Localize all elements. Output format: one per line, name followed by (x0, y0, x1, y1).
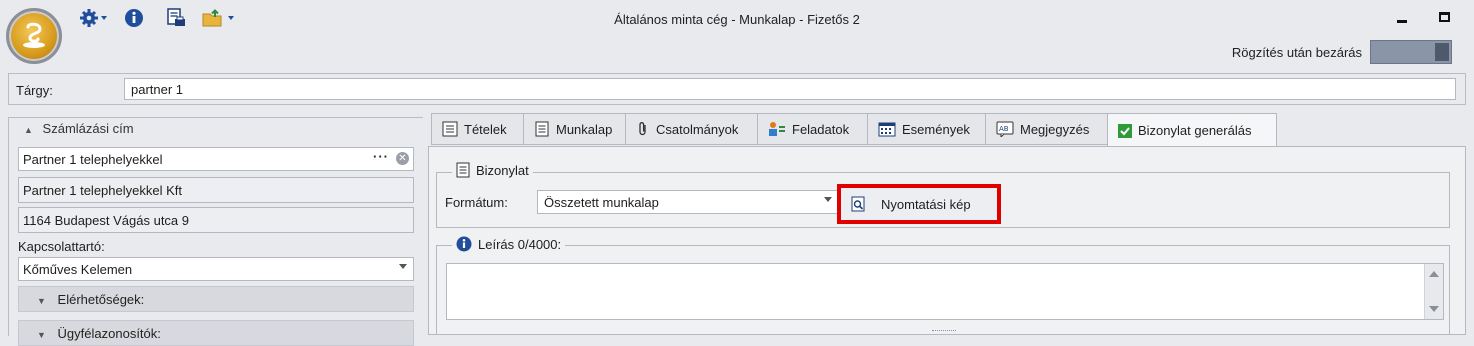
resize-grip[interactable] (932, 330, 956, 334)
billing-group-caption[interactable]: ▲ Számlázási cím (20, 121, 138, 136)
subject-label: Tárgy: (16, 83, 53, 98)
description-scrollbar[interactable] (1424, 264, 1443, 319)
document-group-label: Bizonylat (476, 162, 529, 178)
partner-name-field: Partner 1 telephelyekkel Kft (18, 177, 414, 203)
description-label: Leírás 0/4000: (478, 236, 562, 252)
minimize-button[interactable] (1394, 8, 1412, 26)
note-icon: AB (996, 121, 1014, 137)
checkbox-icon (1118, 123, 1132, 138)
tab-label: Munkalap (556, 121, 613, 137)
tab-label: Bizonylat generálás (1138, 123, 1252, 138)
close-after-save-label: Rögzítés után bezárás (1231, 45, 1362, 60)
tab-strip: Tételek Munkalap Csatolmányok Feladatok … (431, 113, 1277, 147)
chevron-up-icon: ▲ (24, 125, 33, 135)
scroll-down-icon[interactable] (1429, 306, 1439, 312)
tab-label: Megjegyzés (1020, 121, 1090, 137)
info-icon (456, 236, 472, 252)
print-preview-button[interactable]: Nyomtatási kép (841, 188, 997, 220)
tab-document-generation[interactable]: Bizonylat generálás (1107, 113, 1277, 147)
tab-label: Tételek (464, 121, 507, 137)
list-icon (442, 121, 458, 137)
format-value: Összetett munkalap (544, 195, 659, 210)
highlight-box: Nyomtatási kép (837, 184, 1001, 224)
window-title: Általános minta cég - Munkalap - Fizetős… (614, 12, 860, 27)
tab-tasks[interactable]: Feladatok (757, 113, 867, 145)
contacts-section-bar[interactable]: ▼ Elérhetőségek: (18, 286, 414, 312)
print-preview-icon (851, 196, 865, 212)
tab-label: Feladatok (792, 121, 850, 137)
description-textarea[interactable] (446, 263, 1444, 320)
dropdown-arrow-icon[interactable] (399, 264, 407, 269)
tab-note[interactable]: AB Megjegyzés (985, 113, 1107, 145)
maximize-button[interactable] (1436, 8, 1454, 26)
identifiers-section-label: Ügyfélazonosítók: (57, 326, 161, 341)
subject-input[interactable]: partner 1 (124, 78, 1456, 100)
svg-text:AB: AB (999, 125, 1009, 133)
tab-attachments[interactable]: Csatolmányok (625, 113, 757, 145)
description-group-legend: Leírás 0/4000: (452, 236, 566, 252)
tab-worksheet[interactable]: Munkalap (523, 113, 625, 145)
more-icon[interactable]: ··· (373, 149, 389, 164)
tab-label: Események (902, 121, 970, 137)
print-preview-label: Nyomtatási kép (881, 196, 971, 212)
tab-events[interactable]: Események (867, 113, 985, 145)
contact-select[interactable]: Kőműves Kelemen (18, 257, 414, 281)
format-label: Formátum: (445, 195, 508, 210)
scroll-up-icon[interactable] (1429, 271, 1439, 277)
close-after-save-toggle[interactable] (1370, 40, 1452, 64)
partner-value: Partner 1 telephelyekkel (23, 152, 163, 167)
calendar-icon (878, 122, 896, 137)
contact-value: Kőműves Kelemen (23, 262, 133, 277)
tasks-icon (769, 122, 785, 136)
billing-caption-text: Számlázási cím (42, 121, 134, 136)
format-select[interactable]: Összetett munkalap (537, 190, 839, 214)
contact-label: Kapcsolattartó: (18, 239, 105, 254)
partner-lookup-field[interactable]: Partner 1 telephelyekkel ··· ✕ (18, 147, 414, 171)
contacts-section-label: Elérhetőségek: (57, 292, 145, 307)
paperclip-icon (639, 122, 646, 136)
chevron-down-icon: ▼ (37, 330, 46, 340)
tab-label: Csatolmányok (656, 121, 739, 137)
document-icon (535, 121, 549, 137)
chevron-down-icon: ▼ (37, 296, 46, 306)
tab-items[interactable]: Tételek (431, 113, 523, 145)
dropdown-arrow-icon[interactable] (824, 197, 832, 202)
address-field: 1164 Budapest Vágás utca 9 (18, 207, 414, 233)
document-group-legend: Bizonylat (452, 162, 533, 178)
clear-icon[interactable]: ✕ (396, 152, 409, 165)
identifiers-section-bar[interactable]: ▼ Ügyfélazonosítók: (18, 320, 414, 346)
document-icon (456, 162, 470, 178)
